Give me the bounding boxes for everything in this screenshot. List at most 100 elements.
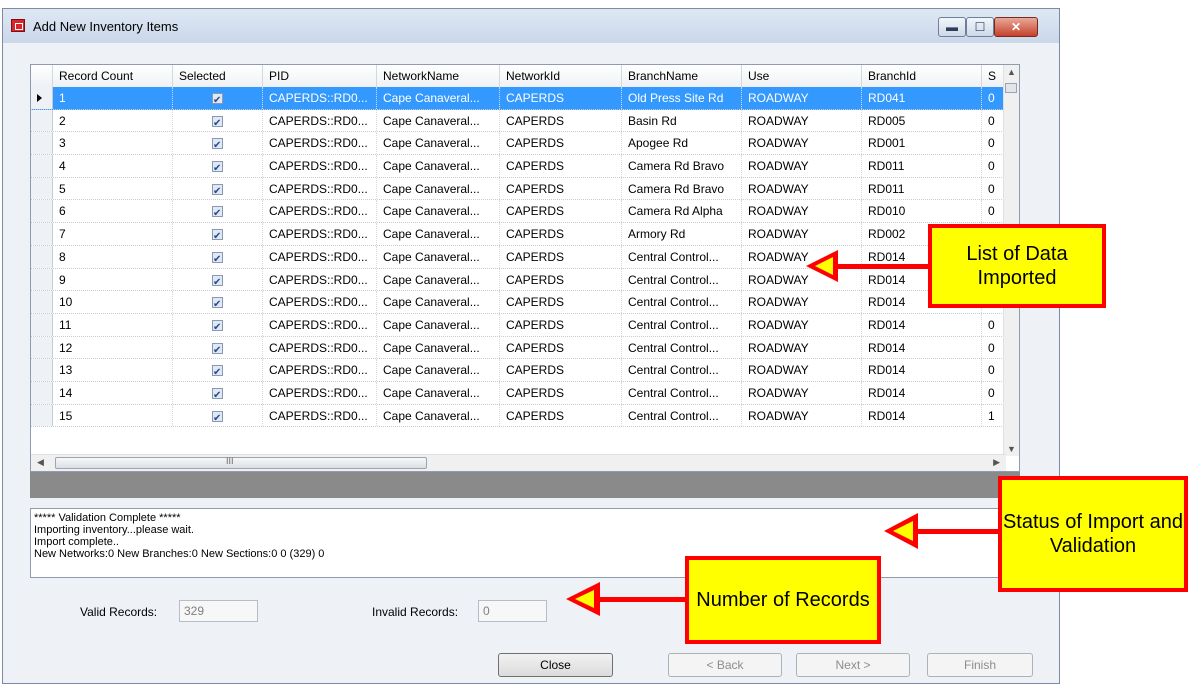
table-cell[interactable]: CAPERDS::RD0... [263, 336, 377, 359]
table-cell[interactable]: Cape Canaveral... [377, 109, 500, 132]
table-cell[interactable]: 9 [53, 268, 173, 291]
table-cell[interactable]: Cape Canaveral... [377, 155, 500, 177]
table-cell[interactable]: Central Control... [622, 359, 742, 381]
next-button[interactable]: Next > [796, 653, 910, 677]
table-cell[interactable]: 10 [53, 291, 173, 313]
table-cell[interactable]: ROADWAY [742, 177, 862, 200]
table-cell[interactable]: CAPERDS::RD0... [263, 177, 377, 200]
table-cell[interactable]: 12 [53, 336, 173, 359]
row-header[interactable] [31, 155, 53, 177]
table-cell[interactable]: Cape Canaveral... [377, 291, 500, 313]
table-cell[interactable]: 8 [53, 245, 173, 268]
title-bar[interactable]: Add New Inventory Items ▬ ☐ ✕ [3, 9, 1059, 43]
horizontal-scroll-thumb[interactable]: III [55, 456, 427, 469]
table-cell[interactable]: CAPERDS::RD0... [263, 359, 377, 381]
table-cell[interactable]: CAPERDS [500, 87, 622, 109]
table-cell[interactable]: ROADWAY [742, 313, 862, 336]
table-cell[interactable]: RD011 [862, 155, 982, 177]
selected-checkbox[interactable] [212, 385, 223, 404]
selected-checkbox[interactable] [212, 408, 223, 426]
table-cell[interactable]: CAPERDS::RD0... [263, 291, 377, 313]
table-cell[interactable]: CAPERDS [500, 109, 622, 132]
table-cell[interactable]: 4 [53, 155, 173, 177]
table-cell[interactable]: CAPERDS [500, 177, 622, 200]
table-cell[interactable]: CAPERDS::RD0... [263, 381, 377, 404]
table-cell[interactable]: RD014 [862, 381, 982, 404]
table-cell[interactable]: 13 [53, 359, 173, 381]
table-cell[interactable]: RD005 [862, 109, 982, 132]
selected-checkbox[interactable] [212, 317, 223, 336]
table-cell[interactable]: CAPERDS [500, 291, 622, 313]
table-row[interactable]: 14 CAPERDS::RD0...Cape Canaveral...CAPERD… [31, 381, 1006, 405]
selected-checkbox[interactable] [212, 203, 223, 222]
table-cell[interactable]: ROADWAY [742, 200, 862, 223]
row-header[interactable] [31, 268, 53, 291]
table-cell[interactable]: ROADWAY [742, 155, 862, 177]
table-cell[interactable]: CAPERDS [500, 223, 622, 245]
row-header[interactable] [31, 245, 53, 268]
table-cell[interactable]: CAPERDS::RD0... [263, 109, 377, 132]
column-header[interactable]: Selected [173, 65, 263, 87]
table-cell[interactable]: CAPERDS::RD0... [263, 245, 377, 268]
selected-checkbox[interactable] [212, 249, 223, 268]
selected-checkbox[interactable] [212, 158, 223, 177]
table-row[interactable]: 4 CAPERDS::RD0...Cape Canaveral...CAPERDS… [31, 155, 1006, 178]
table-cell[interactable]: Cape Canaveral... [377, 404, 500, 427]
table-cell[interactable]: Cape Canaveral... [377, 268, 500, 291]
table-cell[interactable]: 15 [53, 404, 173, 427]
table-cell[interactable]: CAPERDS [500, 155, 622, 177]
selected-checkbox[interactable] [212, 340, 223, 358]
table-cell[interactable]: RD014 [862, 404, 982, 427]
column-header[interactable]: BranchName [622, 65, 742, 87]
table-row[interactable]: 13 CAPERDS::RD0...Cape Canaveral...CAPERD… [31, 359, 1006, 382]
table-cell[interactable]: CAPERDS [500, 268, 622, 291]
row-header[interactable] [31, 177, 53, 200]
selected-checkbox[interactable] [212, 113, 223, 131]
table-row[interactable]: 2 CAPERDS::RD0...Cape Canaveral...CAPERDS… [31, 109, 1006, 133]
table-row[interactable]: 15 CAPERDS::RD0...Cape Canaveral...CAPERD… [31, 404, 1006, 428]
table-cell[interactable]: ROADWAY [742, 404, 862, 427]
table-row[interactable]: 3 CAPERDS::RD0...Cape Canaveral...CAPERDS… [31, 132, 1006, 156]
table-cell[interactable]: Armory Rd [622, 223, 742, 245]
table-cell[interactable]: 3 [53, 132, 173, 155]
table-cell[interactable]: CAPERDS::RD0... [263, 223, 377, 245]
table-cell[interactable]: CAPERDS [500, 132, 622, 155]
table-cell[interactable]: Old Press Site Rd [622, 87, 742, 109]
table-cell[interactable]: Central Control... [622, 268, 742, 291]
table-cell[interactable]: RD014 [862, 313, 982, 336]
selected-checkbox[interactable] [212, 226, 223, 245]
table-cell[interactable]: Cape Canaveral... [377, 177, 500, 200]
table-cell[interactable]: RD014 [862, 336, 982, 359]
table-cell[interactable]: ROADWAY [742, 132, 862, 155]
table-cell[interactable]: Central Control... [622, 291, 742, 313]
table-cell[interactable]: CAPERDS [500, 359, 622, 381]
scroll-up-icon[interactable]: ▲ [1007, 67, 1016, 77]
table-cell[interactable]: Cape Canaveral... [377, 87, 500, 109]
table-cell[interactable]: CAPERDS [500, 381, 622, 404]
table-cell[interactable]: CAPERDS [500, 336, 622, 359]
table-row[interactable]: 6 CAPERDS::RD0...Cape Canaveral...CAPERDS… [31, 200, 1006, 224]
row-header[interactable] [31, 223, 53, 245]
row-header[interactable] [31, 336, 53, 359]
column-header[interactable]: Record Count [53, 65, 173, 87]
selected-checkbox[interactable] [212, 181, 223, 199]
horizontal-scrollbar[interactable]: ◀ III ▶ [31, 454, 1006, 471]
row-header[interactable] [31, 87, 53, 109]
table-cell[interactable]: Camera Rd Bravo [622, 155, 742, 177]
table-cell[interactable]: Cape Canaveral... [377, 313, 500, 336]
table-cell[interactable]: CAPERDS::RD0... [263, 313, 377, 336]
table-cell[interactable]: ROADWAY [742, 359, 862, 381]
selected-checkbox[interactable] [212, 135, 223, 154]
row-header[interactable] [31, 404, 53, 427]
table-cell[interactable]: CAPERDS [500, 245, 622, 268]
table-cell[interactable]: RD041 [862, 87, 982, 109]
table-cell[interactable]: CAPERDS::RD0... [263, 404, 377, 427]
table-cell[interactable]: Central Control... [622, 245, 742, 268]
splitter-bar[interactable] [30, 472, 1020, 498]
table-cell[interactable]: Cape Canaveral... [377, 336, 500, 359]
table-cell[interactable]: CAPERDS [500, 404, 622, 427]
table-cell[interactable]: Camera Rd Alpha [622, 200, 742, 223]
table-cell[interactable]: Apogee Rd [622, 132, 742, 155]
table-cell[interactable]: CAPERDS::RD0... [263, 155, 377, 177]
table-row[interactable]: 1 CAPERDS::RD0...Cape Canaveral...CAPERDS… [31, 87, 1006, 110]
